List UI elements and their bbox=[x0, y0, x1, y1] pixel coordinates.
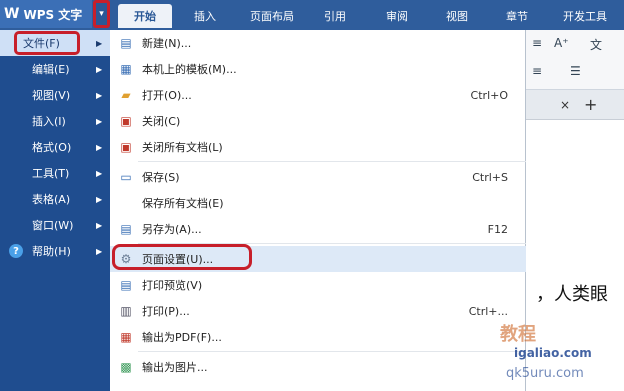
template-icon: ▦ bbox=[120, 62, 132, 76]
tab-review[interactable]: 审阅 bbox=[374, 4, 420, 28]
menu-item-label: 视图(V) bbox=[32, 89, 71, 102]
menu-item-label: 表格(A) bbox=[32, 193, 71, 206]
menu-item-label: 打开(O)... bbox=[142, 89, 192, 102]
menu-item-tools[interactable]: 工具(T) ▶ bbox=[0, 160, 110, 186]
menu-item-save-as[interactable]: ▤ 另存为(A)... F12 bbox=[110, 216, 526, 242]
align-icon[interactable]: ≡ bbox=[532, 36, 542, 50]
title-bar: W WPS 文字 ▾ 开始 插入 页面布局 引用 审阅 视图 章节 开发工具 bbox=[0, 0, 624, 30]
save-as-icon: ▤ bbox=[120, 222, 132, 236]
menu-item-label: 输出为图片... bbox=[142, 361, 208, 374]
tab-start[interactable]: 开始 bbox=[118, 4, 172, 28]
submenu-arrow-icon: ▶ bbox=[96, 168, 103, 178]
ribbon-body: ≡ A⁺ 文 ≡ ☰ bbox=[526, 30, 624, 90]
menu-item-label: 保存(S) bbox=[142, 171, 180, 184]
shortcut-text: Ctrl+S bbox=[472, 170, 508, 184]
tab-references[interactable]: 引用 bbox=[312, 4, 358, 28]
paragraph-align-icon[interactable]: ≡ bbox=[532, 64, 542, 78]
menu-item-save[interactable]: ▭ 保存(S) Ctrl+S bbox=[110, 164, 526, 190]
document-text: ，人类眼 bbox=[536, 284, 608, 305]
submenu-arrow-icon: ▶ bbox=[96, 38, 103, 48]
app-title-label: WPS 文字 bbox=[23, 7, 83, 22]
menu-item-label: 帮助(H) bbox=[32, 245, 71, 258]
submenu-arrow-icon: ▶ bbox=[96, 194, 103, 204]
shortcut-text: Ctrl+... bbox=[468, 304, 508, 318]
menu-item-label: 编辑(E) bbox=[32, 63, 70, 76]
menu-item-format[interactable]: 格式(O) ▶ bbox=[0, 134, 110, 160]
submenu-arrow-icon: ▶ bbox=[96, 220, 103, 230]
print-preview-icon: ▤ bbox=[120, 278, 132, 292]
menu-item-window[interactable]: 窗口(W) ▶ bbox=[0, 212, 110, 238]
menu-item-label: 文件(F) bbox=[14, 31, 80, 55]
print-icon: ▥ bbox=[120, 304, 132, 318]
menu-item-label: 窗口(W) bbox=[32, 219, 74, 232]
menu-separator bbox=[138, 161, 526, 162]
new-doc-icon: ▤ bbox=[120, 36, 132, 50]
menu-item-label: 打印预览(V) bbox=[142, 279, 203, 292]
menu-item-label: 关闭(C) bbox=[142, 115, 181, 128]
add-tab-icon[interactable]: + bbox=[584, 95, 597, 114]
menu-item-close[interactable]: ▣ 关闭(C) bbox=[110, 108, 526, 134]
watermark-text: 教程 bbox=[500, 324, 536, 345]
menu-item-label: 工具(T) bbox=[32, 167, 70, 180]
close-icon[interactable]: × bbox=[560, 98, 570, 112]
menu-item-label: 本机上的模板(M)... bbox=[142, 63, 237, 76]
menu-item-help[interactable]: ? 帮助(H) ▶ bbox=[0, 238, 110, 264]
menu-item-label: 格式(O) bbox=[32, 141, 72, 154]
menu-item-close-all[interactable]: ▣ 关闭所有文档(L) bbox=[110, 134, 526, 160]
tab-insert[interactable]: 插入 bbox=[180, 4, 230, 28]
save-icon: ▭ bbox=[120, 170, 132, 184]
menu-item-label: 另存为(A)... bbox=[142, 223, 202, 236]
close-doc-icon: ▣ bbox=[120, 114, 132, 128]
menu-item-label: 保存所有文档(E) bbox=[142, 197, 224, 210]
submenu-arrow-icon: ▶ bbox=[96, 142, 103, 152]
tab-chapter[interactable]: 章节 bbox=[494, 4, 540, 28]
tab-view[interactable]: 视图 bbox=[434, 4, 480, 28]
submenu-arrow-icon: ▶ bbox=[96, 64, 103, 74]
app-title[interactable]: W WPS 文字 bbox=[0, 0, 92, 28]
menu-item-new[interactable]: ▤ 新建(N)... bbox=[110, 30, 526, 56]
image-export-icon: ▩ bbox=[120, 360, 132, 374]
menu-item-insert[interactable]: 插入(I) ▶ bbox=[0, 108, 110, 134]
help-icon: ? bbox=[9, 244, 23, 258]
shortcut-text: Ctrl+O bbox=[470, 88, 508, 102]
menu-item-print-preview[interactable]: ▤ 打印预览(V) bbox=[110, 272, 526, 298]
watermark-text: igaliao.com bbox=[514, 346, 592, 360]
wps-logo-icon: W bbox=[4, 6, 20, 22]
font-grow-icon[interactable]: A⁺ bbox=[554, 36, 569, 50]
menu-item-templates[interactable]: ▦ 本机上的模板(M)... bbox=[110, 56, 526, 82]
submenu-arrow-icon: ▶ bbox=[96, 90, 103, 100]
menu-item-label: 插入(I) bbox=[32, 115, 66, 128]
chevron-down-icon: ▾ bbox=[99, 9, 104, 19]
menu-item-edit[interactable]: 编辑(E) ▶ bbox=[0, 56, 110, 82]
tab-developer[interactable]: 开发工具 bbox=[552, 4, 618, 28]
pdf-icon: ▦ bbox=[120, 330, 132, 344]
tab-page-layout[interactable]: 页面布局 bbox=[240, 4, 304, 28]
menu-item-open[interactable]: ▰ 打开(O)... Ctrl+O bbox=[110, 82, 526, 108]
menu-item-file[interactable]: 文件(F) ▶ bbox=[0, 30, 110, 56]
watermark-text: qk5uru.com bbox=[506, 366, 584, 381]
menu-item-label: 输出为PDF(F)... bbox=[142, 331, 222, 344]
menu-item-label: 新建(N)... bbox=[142, 37, 192, 50]
menu-item-view[interactable]: 视图(V) ▶ bbox=[0, 82, 110, 108]
app-main-menu: 文件(F) ▶ 编辑(E) ▶ 视图(V) ▶ 插入(I) ▶ 格式(O) ▶ … bbox=[0, 30, 110, 391]
close-all-icon: ▣ bbox=[120, 140, 132, 154]
pinyin-icon[interactable]: 文 bbox=[590, 36, 602, 53]
app-menu-button[interactable]: ▾ bbox=[93, 0, 110, 28]
menu-item-save-all[interactable]: 保存所有文档(E) bbox=[110, 190, 526, 216]
menu-item-label: 关闭所有文档(L) bbox=[142, 141, 223, 154]
open-folder-icon: ▰ bbox=[121, 88, 131, 102]
submenu-arrow-icon: ▶ bbox=[96, 246, 103, 256]
submenu-arrow-icon: ▶ bbox=[96, 116, 103, 126]
line-spacing-icon[interactable]: ☰ bbox=[570, 64, 581, 78]
document-tab-bar bbox=[526, 90, 624, 120]
menu-item-label: 打印(P)... bbox=[142, 305, 190, 318]
menu-item-table[interactable]: 表格(A) ▶ bbox=[0, 186, 110, 212]
shortcut-text: F12 bbox=[487, 222, 508, 236]
annotation-highlight bbox=[112, 244, 252, 270]
